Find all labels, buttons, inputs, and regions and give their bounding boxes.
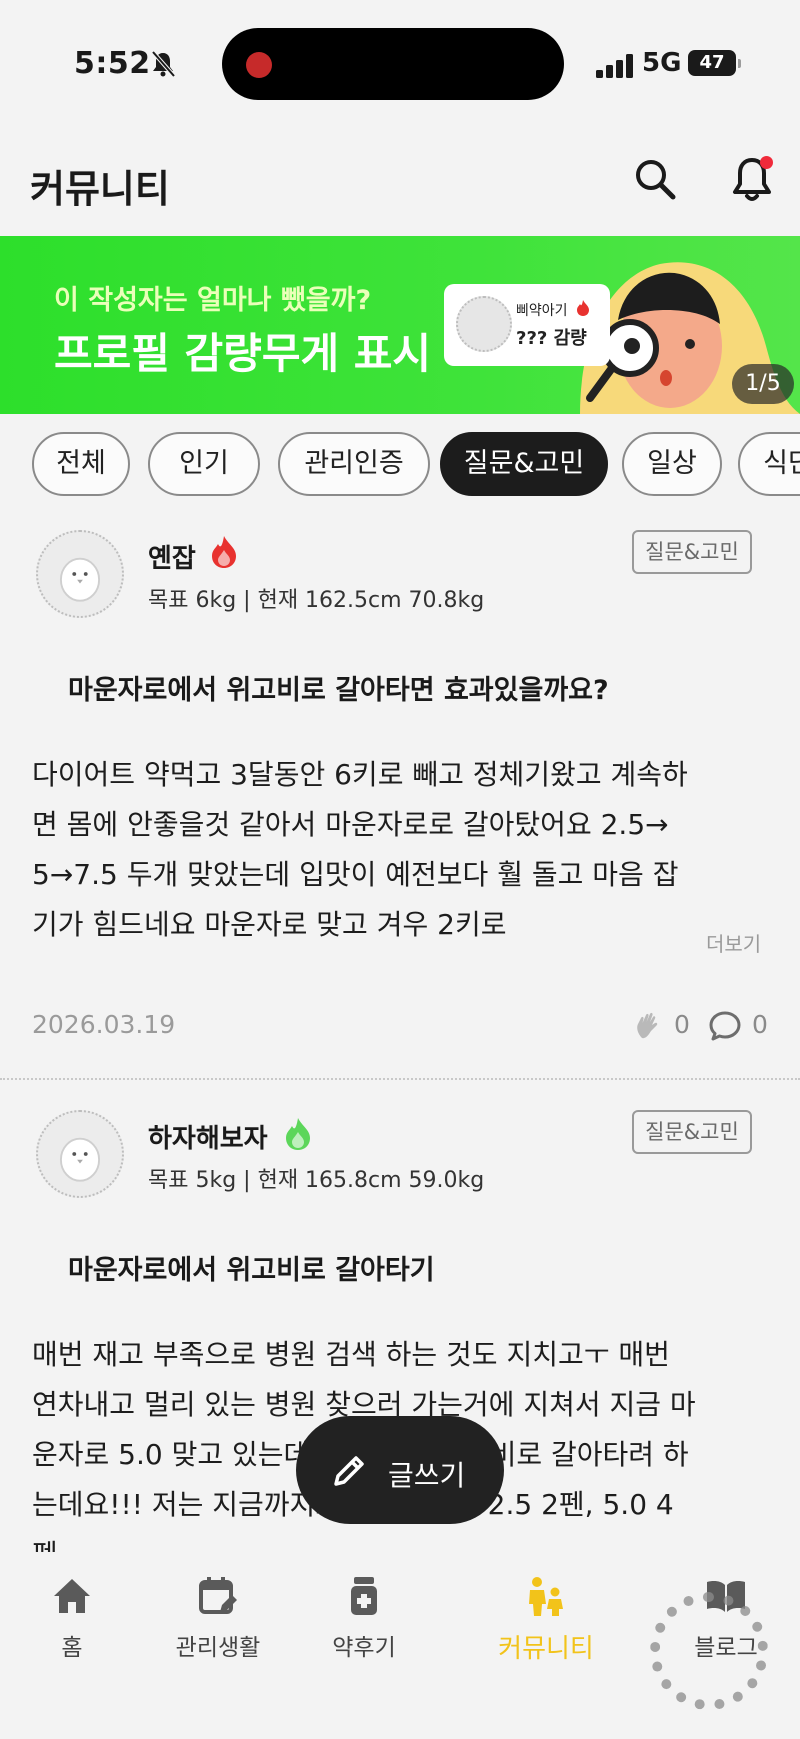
- chick-avatar-icon: [59, 557, 101, 602]
- signal-icon: [596, 54, 633, 78]
- pill-bottle-icon: [351, 1577, 377, 1615]
- nav-label: 관리생활: [175, 1635, 261, 1661]
- pencil-icon: [334, 1456, 364, 1486]
- category-tag: 질문&고민: [632, 1110, 752, 1154]
- nav-label: 커뮤니티: [498, 1634, 594, 1664]
- post-card[interactable]: 옌잡 목표 6kg | 현재 162.5cm 70.8kg 질문&고민 마운자로…: [0, 520, 800, 1080]
- recording-indicator: [246, 52, 272, 78]
- app-header: 커뮤니티: [0, 140, 800, 220]
- search-icon[interactable]: [630, 154, 680, 204]
- author-avatar[interactable]: [36, 1110, 124, 1198]
- bell-muted-icon: [151, 50, 176, 78]
- author-stats: 목표 5kg | 현재 165.8cm 59.0kg: [148, 1168, 485, 1193]
- banner-page-counter: 1/5: [732, 364, 794, 404]
- post-body[interactable]: 다이어트 약먹고 3달동안 6키로 빼고 정체기왔고 계속하면 몸에 안좋을것 …: [32, 750, 698, 950]
- post-divider: [0, 1078, 800, 1080]
- flame-icon: [286, 1118, 310, 1150]
- chip-popular[interactable]: 인기: [148, 432, 260, 496]
- chip-management-proof[interactable]: 관리인증: [278, 432, 430, 496]
- comment-icon[interactable]: [708, 1010, 742, 1042]
- page-title: 커뮤니티: [30, 167, 170, 211]
- author-nickname[interactable]: 하자해보자: [148, 1118, 268, 1155]
- preview-nickname: 삐약아기: [516, 303, 568, 319]
- profile-preview-card: 삐약아기 ??? 감량: [444, 284, 610, 366]
- write-post-label: 글쓰기: [388, 1459, 466, 1492]
- read-more-link[interactable]: 더보기: [706, 928, 761, 957]
- category-tag: 질문&고민: [632, 530, 752, 574]
- nav-management-life[interactable]: 관리생활: [148, 1574, 288, 1664]
- network-type: 5G: [642, 48, 682, 78]
- nav-drug-reviews[interactable]: 약후기: [294, 1574, 434, 1664]
- post-date: 2026.03.19: [32, 1010, 176, 1039]
- banner-title: 프로필 감량무게 표시: [54, 329, 432, 378]
- status-bar: 5:52 5G 47: [0, 0, 800, 130]
- status-time: 5:52: [74, 46, 151, 81]
- notification-badge: [760, 156, 773, 169]
- calendar-edit-icon: [199, 1577, 237, 1614]
- chip-all[interactable]: 전체: [32, 432, 130, 496]
- category-chips: 전체 인기 관리인증 질문&고민 일상 식단: [0, 428, 800, 498]
- author-nickname[interactable]: 옌잡: [148, 538, 196, 575]
- nav-label: 홈: [61, 1635, 83, 1661]
- chick-avatar-icon: [59, 1137, 101, 1182]
- like-count: 0: [674, 1010, 690, 1039]
- notification-button[interactable]: [726, 152, 778, 206]
- preview-weight: ??? 감량: [516, 328, 587, 349]
- write-post-button[interactable]: 글쓰기: [296, 1416, 504, 1524]
- community-icon: [529, 1577, 563, 1616]
- author-avatar[interactable]: [36, 530, 124, 618]
- nav-community[interactable]: 커뮤니티: [476, 1574, 616, 1664]
- nav-home[interactable]: 홈: [2, 1574, 142, 1664]
- flame-icon: [212, 536, 236, 568]
- comment-count: 0: [752, 1010, 768, 1039]
- banner-subtitle: 이 작성자는 얼마나 뺐을까?: [54, 285, 372, 316]
- post-title[interactable]: 마운자로에서 위고비로 갈아타기: [68, 1248, 435, 1287]
- chip-questions[interactable]: 질문&고민: [440, 432, 608, 496]
- promo-banner[interactable]: 이 작성자는 얼마나 뺐을까? 프로필 감량무게 표시 삐약아기 ??? 감량 …: [0, 236, 800, 414]
- author-stats: 목표 6kg | 현재 162.5cm 70.8kg: [148, 588, 485, 613]
- dynamic-island: [222, 28, 564, 100]
- flame-icon: [577, 300, 589, 316]
- clap-icon[interactable]: [632, 1010, 664, 1042]
- chip-diet[interactable]: 식단: [738, 432, 800, 496]
- scroll-to-top-button[interactable]: [650, 1592, 768, 1710]
- post-title[interactable]: 마운자로에서 위고비로 갈아타면 효과있을까요?: [68, 668, 609, 707]
- chick-avatar: [456, 296, 512, 352]
- home-icon: [54, 1579, 90, 1613]
- nav-label: 약후기: [332, 1635, 396, 1661]
- chip-daily[interactable]: 일상: [622, 432, 722, 496]
- battery-icon: 47: [688, 50, 741, 76]
